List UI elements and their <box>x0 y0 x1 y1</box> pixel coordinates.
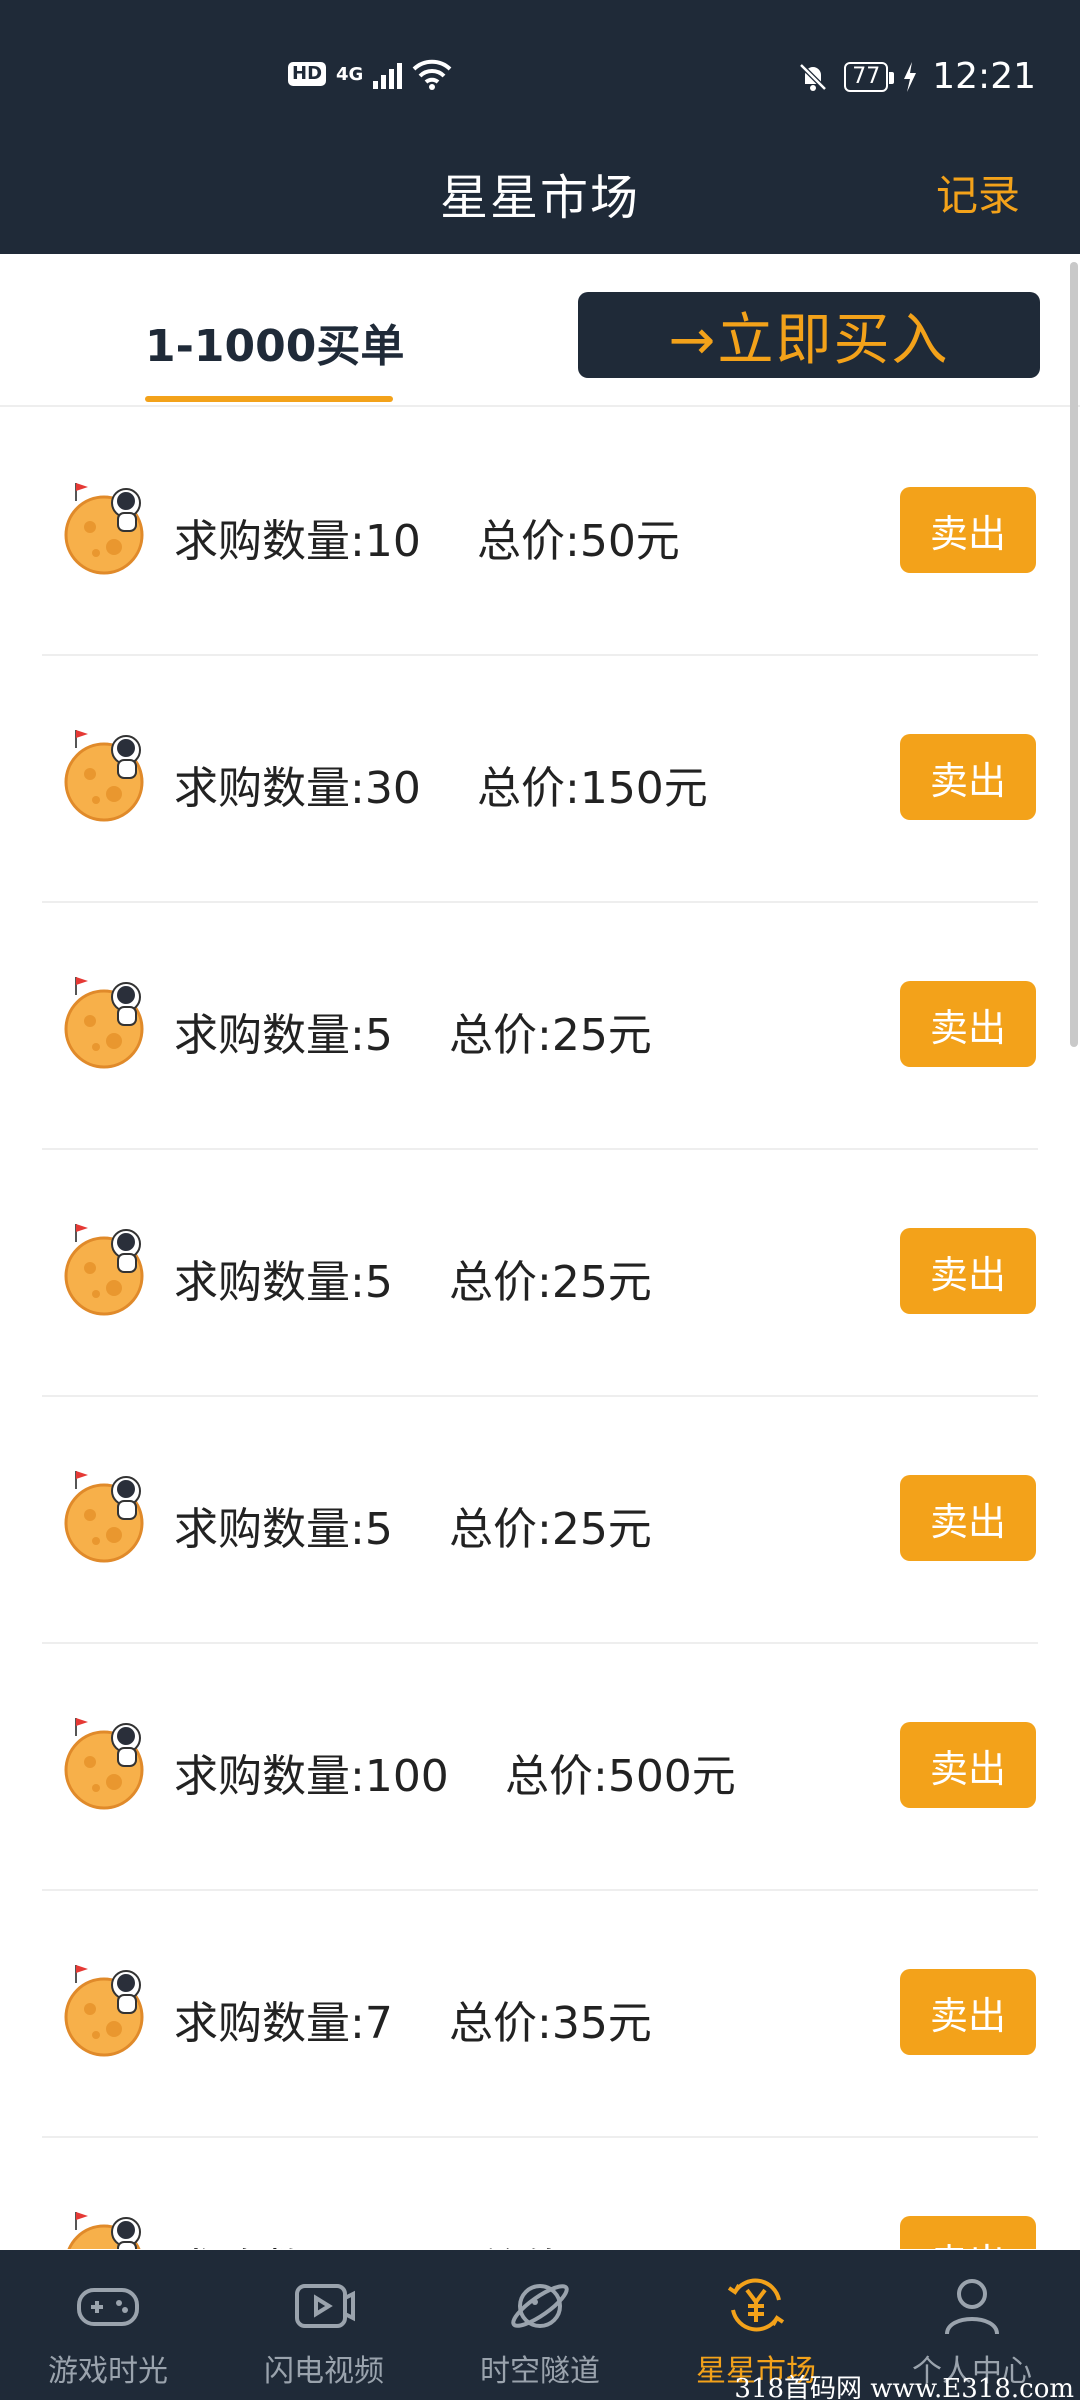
planet-astronaut-icon <box>64 1965 144 2057</box>
watermark: 318首码网 www.E318.com <box>734 2374 1074 2404</box>
order-row: 求购数量:5 总价:25元 卖出 <box>42 1150 1038 1397</box>
order-row: 求购数量:50 总价:250元 卖出 <box>42 2138 1038 2249</box>
charging-icon <box>904 61 917 92</box>
planet-astronaut-icon <box>64 1718 144 1810</box>
order-quantity: 求购数量:7 <box>174 1998 393 2049</box>
wifi-icon <box>412 59 452 90</box>
planet-astronaut-icon <box>67 2212 141 2249</box>
order-quantity: 求购数量:5 <box>174 1010 393 1061</box>
sell-button[interactable]: 卖出 <box>900 1228 1036 1314</box>
gamepad-icon <box>73 2270 143 2340</box>
planet-astronaut-icon <box>64 1224 144 1316</box>
planet-astronaut-icon <box>64 977 144 1069</box>
sell-button[interactable]: 卖出 <box>900 1722 1036 1808</box>
tab-buy-orders[interactable]: 1-1000买单 <box>145 310 404 374</box>
order-row: 求购数量:7 总价:35元 卖出 <box>42 1891 1038 2138</box>
order-quantity: 求购数量:5 <box>174 1257 393 1308</box>
order-total-price: 总价:250元 <box>477 2234 708 2249</box>
sell-button[interactable]: 卖出 <box>900 734 1036 820</box>
sell-button[interactable]: 卖出 <box>900 487 1036 573</box>
sell-button[interactable]: 卖出 <box>900 1475 1036 1561</box>
battery-indicator: 77 <box>844 61 895 92</box>
planet-astronaut-icon <box>64 483 144 575</box>
planet-astronaut-icon <box>64 1471 144 1563</box>
order-tabs-bar: 1-1000买单 →立即买入 <box>0 262 1080 407</box>
records-link[interactable]: 记录 <box>936 162 1020 223</box>
title-bar: 星星市场 记录 <box>0 130 1080 254</box>
nav-label: 闪电视频 <box>264 2354 384 2389</box>
order-row: 求购数量:10 总价:50元 卖出 <box>42 409 1038 656</box>
yuan-icon <box>721 2270 791 2340</box>
signal-icon <box>373 59 403 89</box>
planet-icon <box>505 2270 575 2340</box>
clock: 12:21 <box>932 56 1036 97</box>
order-total-price: 总价:35元 <box>449 1998 652 2049</box>
order-total-price: 总价:50元 <box>477 516 680 567</box>
order-total-price: 总价:25元 <box>449 1257 652 1308</box>
order-quantity: 求购数量:100 <box>174 1751 449 1802</box>
nav-item-2[interactable]: 闪电视频 <box>216 2250 432 2400</box>
network-type: 4G <box>336 63 364 85</box>
sell-button[interactable]: 卖出 <box>900 981 1036 1067</box>
buy-now-button[interactable]: →立即买入 <box>578 292 1040 378</box>
planet-astronaut-icon <box>64 730 144 822</box>
nav-item-3[interactable]: 时空隧道 <box>432 2250 648 2400</box>
hd-badge: HD <box>288 62 327 86</box>
order-quantity: 求购数量:50 <box>174 2234 421 2249</box>
order-row: 求购数量:30 总价:150元 卖出 <box>42 656 1038 903</box>
person-icon <box>937 2270 1007 2340</box>
order-total-price: 总价:25元 <box>449 1010 652 1061</box>
order-total-price: 总价:25元 <box>449 1504 652 1555</box>
order-quantity: 求购数量:5 <box>174 1504 393 1555</box>
order-row: 求购数量:100 总价:500元 卖出 <box>42 1644 1038 1891</box>
sell-button[interactable]: 卖出 <box>900 1969 1036 2055</box>
order-total-price: 总价:500元 <box>505 1751 736 1802</box>
order-quantity: 求购数量:30 <box>174 763 421 814</box>
active-tab-indicator <box>145 396 393 402</box>
order-total-price: 总价:150元 <box>477 763 708 814</box>
order-row: 求购数量:5 总价:25元 卖出 <box>42 1397 1038 1644</box>
buy-order-list[interactable]: 求购数量:10 总价:50元 卖出 求购数量:30 总价:150元 卖出 求购数… <box>0 409 1080 2249</box>
order-quantity: 求购数量:10 <box>174 516 421 567</box>
status-bar: HD 4G 77 12:21 <box>0 0 1080 130</box>
video-icon <box>289 2270 359 2340</box>
status-left: HD 4G <box>288 58 452 90</box>
nav-label: 游戏时光 <box>48 2354 168 2389</box>
status-right: 77 12:21 <box>796 56 1036 97</box>
nav-label: 时空隧道 <box>480 2354 600 2389</box>
sell-button[interactable]: 卖出 <box>900 2216 1036 2249</box>
order-row: 求购数量:5 总价:25元 卖出 <box>42 903 1038 1150</box>
nav-item-1[interactable]: 游戏时光 <box>0 2250 216 2400</box>
page-title: 星星市场 <box>439 170 640 226</box>
bell-muted-icon <box>799 62 828 91</box>
